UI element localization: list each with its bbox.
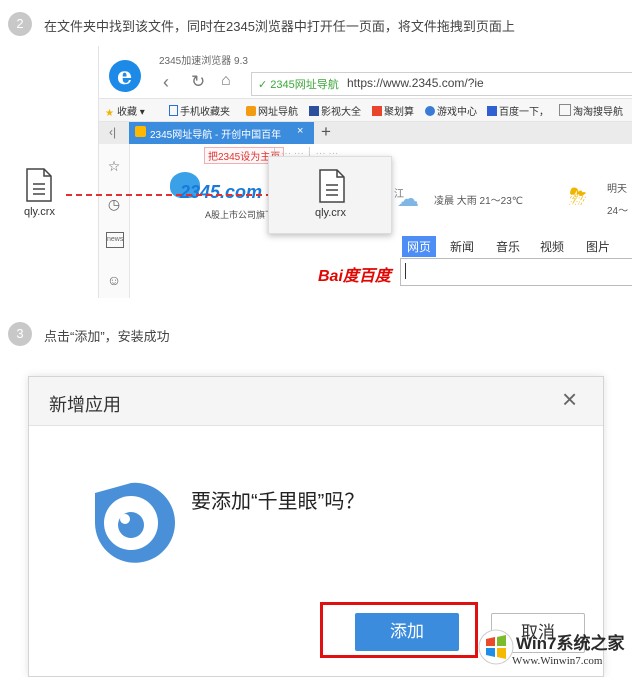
address-bar[interactable]: ✓ 2345网址导航 https://www.2345.com/?ie <box>251 72 632 96</box>
film-icon <box>309 106 319 116</box>
fav-label: 影视大全 <box>321 107 361 118</box>
tab-favicon-icon <box>135 126 146 137</box>
news-icon[interactable]: news <box>106 232 124 248</box>
fav-item-juhuasuan[interactable]: 聚划算 <box>372 103 414 118</box>
fav-label: 淘淘搜导航 <box>573 107 623 118</box>
fav-item-video[interactable]: 影视大全 <box>309 103 361 118</box>
baidu-icon <box>487 106 497 116</box>
source-file-name: qly.crx <box>24 206 55 218</box>
back-icon[interactable]: ‹ <box>163 72 169 93</box>
fav-item-collect[interactable]: ★ 收藏 ▾ <box>105 103 145 119</box>
tab-close-icon[interactable]: × <box>297 125 303 137</box>
game-icon <box>425 106 435 116</box>
step-2-number: 2 <box>8 12 32 36</box>
dialog-title: 新增应用 <box>49 395 121 415</box>
step-3-number: 3 <box>8 322 32 346</box>
dragged-file-card: qly.crx <box>268 156 392 234</box>
search-tab-web[interactable]: 网页 <box>402 236 437 257</box>
juhuasuan-icon <box>372 106 382 116</box>
watermark-url: Www.Winwin7.com <box>512 655 603 667</box>
rain-cloud-icon: ☁ <box>397 186 419 211</box>
fav-label: 游戏中心 <box>437 107 477 118</box>
address-tag-text: 2345网址导航 <box>270 79 339 91</box>
address-url: https://www.2345.com/?ie <box>347 76 484 90</box>
fav-label: 聚划算 <box>384 107 414 118</box>
home-icon[interactable]: ⌂ <box>221 72 231 90</box>
new-tab-button[interactable]: + <box>321 122 331 142</box>
chat-icon[interactable]: ☺ <box>106 272 122 288</box>
tab-label: 2345网址导航 - 开创中国百年 <box>150 130 282 141</box>
weather-tomorrow-label: 明天 <box>607 184 627 195</box>
search-tab-video[interactable]: 视频 <box>540 238 564 255</box>
windows-logo-icon <box>478 629 514 665</box>
browser-sidebar: ☆ ◷ news ☺ <box>99 144 130 298</box>
fav-label: 收藏 <box>117 107 137 118</box>
crx-file-icon <box>317 169 347 208</box>
thunder-cloud-icon: ⛈ <box>569 184 587 209</box>
search-tab-music[interactable]: 音乐 <box>496 238 520 255</box>
tab-2345-nav[interactable]: 2345网址导航 - 开创中国百年 × <box>129 122 314 144</box>
nav-icon <box>246 106 256 116</box>
phone-icon <box>169 105 178 116</box>
clock-icon[interactable]: ◷ <box>106 196 122 212</box>
baidu-logo: Bai度百度 <box>318 268 391 285</box>
browser-logo-letter-icon: e <box>117 61 133 90</box>
favorites-bar: ★ 收藏 ▾ 手机收藏夹 网址导航 影视大全 聚划算 游戏中心 百度一下， 淘淘搜… <box>99 98 632 122</box>
weather-tomorrow-temp: 24～ <box>607 206 629 217</box>
page-icon <box>559 104 571 116</box>
step-2-text: 在文件夹中找到该文件，同时在2345浏览器中打开任一页面，将文件拖拽到页面上 <box>44 19 515 34</box>
search-input[interactable] <box>400 258 632 286</box>
sidebar-toggle-icon[interactable]: ‹| <box>109 125 116 139</box>
fav-item-baidu[interactable]: 百度一下， <box>487 103 549 118</box>
fav-item-mobile[interactable]: 手机收藏夹 <box>169 103 230 118</box>
tab-bar: ‹| 2345网址导航 - 开创中国百年 × + <box>99 122 632 144</box>
dialog-header: 新增应用 × <box>29 377 603 426</box>
fav-label: 百度一下， <box>499 107 549 118</box>
refresh-icon[interactable]: ↻ <box>191 72 205 92</box>
crx-file-icon[interactable] <box>24 168 54 202</box>
fav-item-taotaosou[interactable]: 淘淘搜导航 <box>559 103 623 118</box>
fav-label: 手机收藏夹 <box>180 107 230 118</box>
search-tab-news[interactable]: 新闻 <box>450 238 474 255</box>
search-tab-images[interactable]: 图片 <box>586 238 610 255</box>
fav-item-games[interactable]: 游戏中心 <box>425 103 477 118</box>
watermark-brand: Win7系统之家 <box>516 634 625 653</box>
star-icon: ★ <box>105 108 114 119</box>
dragged-file-name: qly.crx <box>315 207 346 219</box>
weather-today: 凌晨 大雨 21～23℃ <box>434 196 524 207</box>
secure-site-tag: ✓ 2345网址导航 <box>258 76 339 92</box>
close-icon[interactable]: × <box>562 385 577 413</box>
text-cursor <box>405 263 406 279</box>
fav-label: 网址导航 <box>258 107 298 118</box>
search-tabs: 网页 新闻 音乐 视频 图片 <box>400 236 632 258</box>
qianliyan-app-icon <box>85 477 177 569</box>
star-outline-icon[interactable]: ☆ <box>106 158 122 174</box>
add-button-highlight <box>320 602 478 658</box>
shield-check-icon: ✓ <box>258 79 268 91</box>
watermark: Win7系统之家 Www.Winwin7.com <box>478 625 632 675</box>
step-3-text: 点击“添加”，安装成功 <box>44 329 170 344</box>
drag-path-line <box>66 194 272 196</box>
dialog-message: 要添加“千里眼”吗？ <box>191 491 365 513</box>
browser-title: 2345加速浏览器 9.3 <box>159 56 248 67</box>
fav-item-nav[interactable]: 网址导航 <box>246 103 298 118</box>
